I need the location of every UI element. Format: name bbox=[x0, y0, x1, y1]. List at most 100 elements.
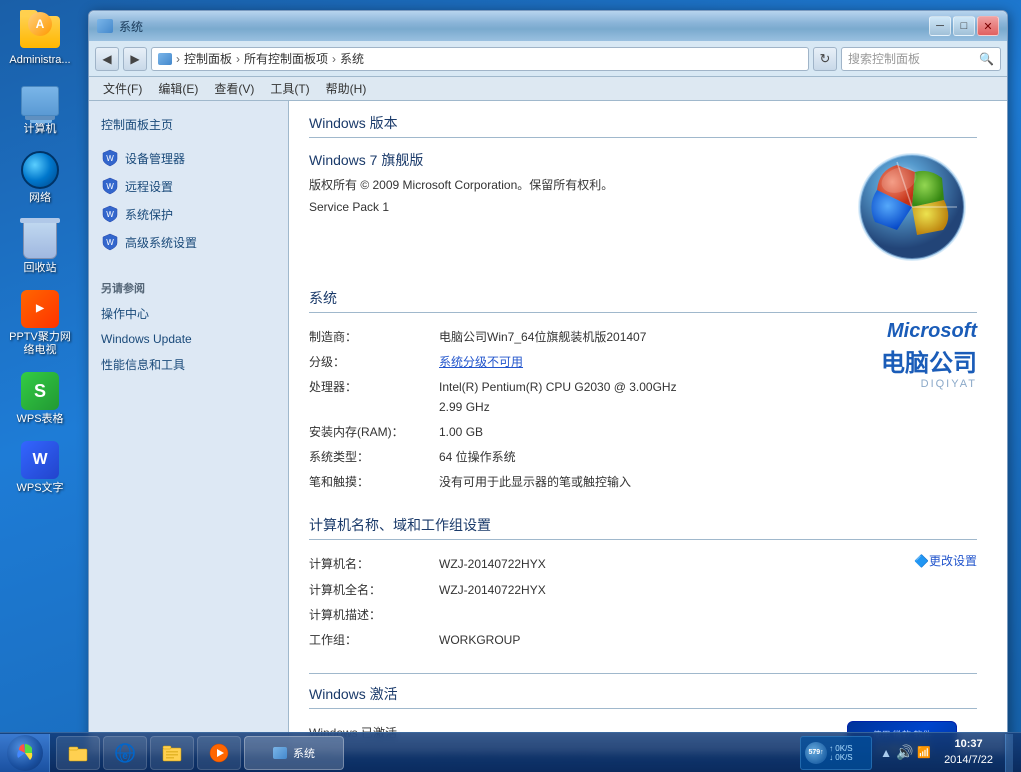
computer-desc-value bbox=[439, 606, 977, 625]
svg-text:W: W bbox=[106, 154, 114, 163]
icon-wps-s-label: WPS表格 bbox=[16, 413, 63, 426]
svg-text:W: W bbox=[106, 182, 114, 191]
start-orb bbox=[7, 735, 43, 771]
icon-admin-label: Administra... bbox=[9, 54, 70, 67]
start-logo bbox=[15, 743, 35, 763]
sidebar-control-panel-home[interactable]: 控制面板主页 bbox=[89, 111, 288, 138]
desktop-icon-network[interactable]: 网络 bbox=[4, 146, 76, 209]
taskbar-items: e bbox=[50, 736, 792, 770]
title-bar-left: 系统 bbox=[97, 18, 143, 35]
icon-wps-w-label: WPS文字 bbox=[16, 482, 63, 495]
computer-fullname-label: 计算机全名： bbox=[309, 581, 439, 600]
ie-icon: e bbox=[114, 742, 136, 764]
computer-desc-label: 计算机描述： bbox=[309, 606, 439, 625]
close-button[interactable]: ✕ bbox=[977, 16, 999, 36]
taskbar-item-ie[interactable]: e bbox=[103, 736, 147, 770]
menu-view[interactable]: 查看(V) bbox=[208, 78, 260, 99]
tray-volume-icon[interactable]: 📶 bbox=[916, 745, 932, 761]
shield-icon-3: W bbox=[101, 205, 119, 223]
sidebar-label-3: 系统保护 bbox=[125, 206, 173, 223]
desktop-icon-computer[interactable]: 计算机 bbox=[4, 77, 76, 140]
net-speed-display: 579↑ bbox=[805, 742, 827, 764]
clock-date: 2014/7/22 bbox=[944, 753, 993, 768]
tray-icons: ▲ 🔊 📶 bbox=[878, 745, 932, 761]
windows-logo-svg bbox=[847, 150, 977, 265]
taskbar-item-explorer[interactable] bbox=[56, 736, 100, 770]
taskbar-item-system[interactable]: 系统 bbox=[244, 736, 344, 770]
search-box[interactable]: 搜索控制面板 🔍 bbox=[841, 47, 1001, 71]
shield-icon-4: W bbox=[101, 233, 119, 251]
ms-brand-3: DIQIYAT bbox=[881, 378, 977, 390]
menu-help[interactable]: 帮助(H) bbox=[320, 78, 373, 99]
computer-name-value: WZJ-20140722HYX bbox=[439, 555, 914, 574]
main-content: Windows 版本 Windows 7 旗舰版 版权所有 © 2009 Mic… bbox=[289, 101, 1007, 754]
icon-network-label: 网络 bbox=[29, 192, 51, 205]
windows-logo bbox=[847, 150, 977, 268]
desktop-icons: A Administra... 计算机 网络 bbox=[0, 0, 80, 720]
tray-network-icon[interactable]: 🔊 bbox=[897, 745, 913, 761]
manufacturer-label: 制造商： bbox=[309, 328, 439, 347]
desktop-icon-wps-w[interactable]: W WPS文字 bbox=[4, 436, 76, 499]
net-monitor[interactable]: 579↑ ↑ 0K/S ↓ 0K/S bbox=[800, 736, 872, 770]
explorer-icon bbox=[67, 742, 89, 764]
taskbar-system-icon bbox=[273, 747, 287, 759]
content-area: 控制面板主页 W 设备管理器 W 远程设置 bbox=[89, 101, 1007, 754]
computer-name-section: 🔷更改设置 计算机名： WZJ-20140722HYX 计算机全名： WZJ-2… bbox=[309, 552, 977, 653]
refresh-button[interactable]: ↻ bbox=[813, 47, 837, 71]
workgroup-value: WORKGROUP bbox=[439, 631, 977, 650]
desktop-icon-wps-s[interactable]: S WPS表格 bbox=[4, 367, 76, 430]
ms-brand-2: 电脑公司 bbox=[881, 343, 977, 378]
desktop-icon-recycle[interactable]: 回收站 bbox=[4, 216, 76, 279]
show-desktop-button[interactable] bbox=[1005, 734, 1013, 772]
rating-label: 分级： bbox=[309, 353, 439, 372]
computer-fullname-value: WZJ-20140722HYX bbox=[439, 581, 977, 600]
type-label: 系统类型： bbox=[309, 448, 439, 467]
forward-button[interactable]: ▶ bbox=[123, 47, 147, 71]
start-button[interactable] bbox=[0, 734, 50, 772]
minimize-button[interactable]: ─ bbox=[929, 16, 951, 36]
net-stats: ↑ 0K/S ↓ 0K/S bbox=[829, 744, 853, 762]
sidebar-performance[interactable]: 性能信息和工具 bbox=[89, 351, 288, 378]
back-button[interactable]: ◀ bbox=[95, 47, 119, 71]
sidebar-windows-update[interactable]: Windows Update bbox=[89, 327, 288, 351]
shield-icon-1: W bbox=[101, 149, 119, 167]
taskbar-system-label: 系统 bbox=[293, 745, 315, 761]
menu-edit[interactable]: 编辑(E) bbox=[152, 78, 204, 99]
sidebar-item-remote[interactable]: W 远程设置 bbox=[89, 172, 288, 200]
ms-brand-1: Microsoft bbox=[881, 320, 977, 343]
sidebar-action-center[interactable]: 操作中心 bbox=[89, 300, 288, 327]
computer-name-row: 计算机名： WZJ-20140722HYX bbox=[309, 552, 914, 577]
workgroup-label: 工作组： bbox=[309, 631, 439, 650]
sidebar-item-device-manager[interactable]: W 设备管理器 bbox=[89, 144, 288, 172]
menu-bar: 文件(F) 编辑(E) 查看(V) 工具(T) 帮助(H) bbox=[89, 77, 1007, 101]
sidebar-label-1: 设备管理器 bbox=[125, 150, 185, 167]
title-bar: 系统 ─ □ ✕ bbox=[89, 11, 1007, 41]
desktop-icon-pptv[interactable]: ▶ PPTV聚力网络电视 bbox=[4, 285, 76, 361]
computer-name-label: 计算机名： bbox=[309, 555, 439, 574]
desktop-icon-admin[interactable]: A Administra... bbox=[4, 8, 76, 71]
activation-title: Windows 激活 bbox=[309, 684, 977, 709]
svg-text:W: W bbox=[106, 210, 114, 219]
clock-area[interactable]: 10:37 2014/7/22 bbox=[938, 737, 999, 768]
sidebar-home-label: 控制面板主页 bbox=[101, 116, 173, 133]
address-path[interactable]: › 控制面板 › 所有控制面板项 › 系统 bbox=[151, 47, 809, 71]
sidebar-item-advanced[interactable]: W 高级系统设置 bbox=[89, 228, 288, 256]
maximize-button[interactable]: □ bbox=[953, 16, 975, 36]
tray-icon-up-arrow[interactable]: ▲ bbox=[878, 745, 894, 761]
main-panel: Windows 版本 Windows 7 旗舰版 版权所有 © 2009 Mic… bbox=[289, 101, 1007, 754]
taskbar-item-files[interactable] bbox=[150, 736, 194, 770]
window-title: 系统 bbox=[119, 18, 143, 35]
icon-computer-label: 计算机 bbox=[24, 123, 57, 136]
search-placeholder: 搜索控制面板 bbox=[848, 50, 920, 67]
change-settings-button[interactable]: 🔷更改设置 bbox=[914, 552, 977, 569]
address-bar: ◀ ▶ › 控制面板 › 所有控制面板项 › 系统 ↻ 搜索控制面板 🔍 bbox=[89, 41, 1007, 77]
path-part-1: 控制面板 bbox=[184, 50, 232, 67]
rating-value[interactable]: 系统分级不可用 bbox=[439, 353, 861, 372]
sidebar-item-protection[interactable]: W 系统保护 bbox=[89, 200, 288, 228]
search-icon: 🔍 bbox=[979, 52, 994, 66]
taskbar-item-media[interactable] bbox=[197, 736, 241, 770]
menu-tools[interactable]: 工具(T) bbox=[264, 78, 315, 99]
sidebar: 控制面板主页 W 设备管理器 W 远程设置 bbox=[89, 101, 289, 754]
menu-file[interactable]: 文件(F) bbox=[97, 78, 148, 99]
sidebar-label-4: 高级系统设置 bbox=[125, 234, 197, 251]
